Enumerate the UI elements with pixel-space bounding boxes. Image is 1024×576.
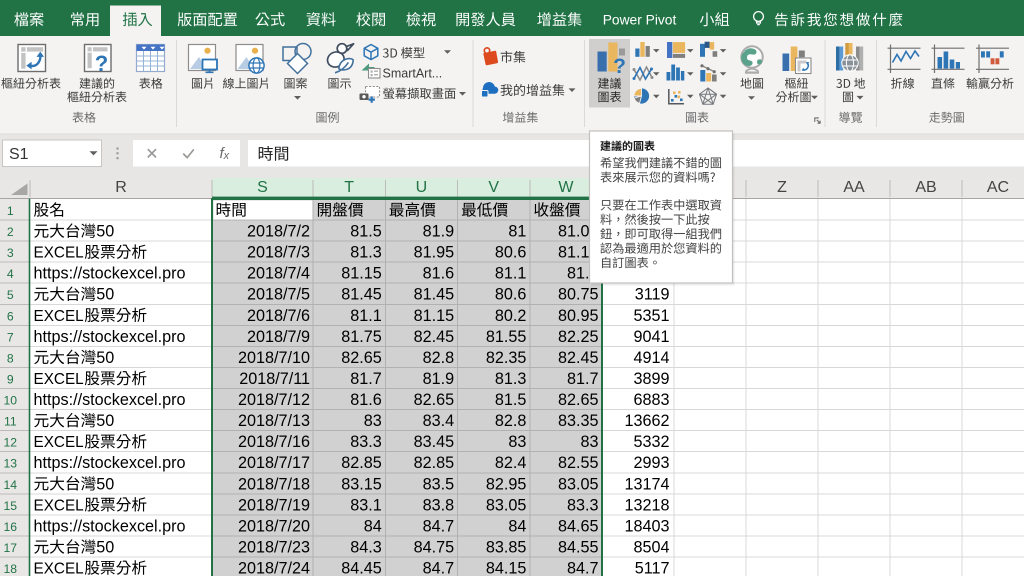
svg-text:S1: S1 [9, 146, 29, 163]
svg-text:3899: 3899 [633, 370, 669, 388]
svg-text:EXCEL: EXCEL [34, 245, 84, 262]
svg-text:U: U [416, 179, 428, 196]
svg-text:9041: 9041 [633, 328, 669, 346]
svg-text:5: 5 [7, 288, 14, 302]
svg-text:W: W [558, 179, 574, 196]
svg-text:8504: 8504 [633, 538, 669, 556]
svg-text:11: 11 [4, 415, 17, 429]
svg-text:50: 50 [96, 538, 114, 556]
svg-text:9: 9 [7, 372, 14, 386]
svg-text:https://stockexcel.pro: https://stockexcel.pro [34, 328, 186, 346]
svg-text:1: 1 [7, 204, 14, 218]
svg-text:V: V [488, 179, 499, 196]
svg-text:https://stockexcel.pro: https://stockexcel.pro [34, 517, 186, 535]
svg-text:6883: 6883 [633, 391, 669, 409]
svg-text:50: 50 [96, 475, 114, 493]
svg-text:50: 50 [96, 286, 114, 304]
svg-text:Power Pivot: Power Pivot [603, 13, 677, 28]
svg-text:EXCEL: EXCEL [34, 371, 84, 388]
svg-text:12: 12 [4, 436, 18, 450]
svg-text:https://stockexcel.pro: https://stockexcel.pro [34, 391, 186, 409]
svg-text:4: 4 [7, 267, 14, 281]
svg-text:S: S [257, 179, 268, 196]
svg-text:EXCEL: EXCEL [34, 561, 84, 576]
svg-text:13: 13 [4, 457, 18, 471]
svg-text:13662: 13662 [624, 412, 669, 430]
svg-text:5332: 5332 [633, 433, 669, 451]
svg-text:18: 18 [4, 562, 18, 576]
svg-text:?: ? [95, 51, 108, 76]
svg-text:T: T [344, 179, 354, 196]
svg-text:50: 50 [96, 412, 114, 430]
svg-text:https://stockexcel.pro: https://stockexcel.pro [34, 265, 186, 283]
svg-text:R: R [115, 179, 127, 196]
svg-text:5117: 5117 [635, 560, 670, 576]
svg-text:50: 50 [96, 349, 114, 367]
svg-text:EXCEL: EXCEL [34, 434, 84, 451]
svg-text:3119: 3119 [635, 286, 670, 304]
svg-text:18403: 18403 [624, 517, 669, 535]
svg-text:https://stockexcel.pro: https://stockexcel.pro [34, 454, 186, 472]
svg-text:3: 3 [7, 246, 14, 260]
svg-text:5351: 5351 [633, 307, 669, 325]
svg-text:13174: 13174 [624, 475, 669, 493]
svg-text:17: 17 [4, 541, 18, 555]
svg-text:13218: 13218 [624, 496, 669, 514]
svg-text:16: 16 [4, 520, 18, 534]
svg-text:AC: AC [987, 179, 1009, 196]
svg-text:AA: AA [843, 179, 865, 196]
svg-text:EXCEL: EXCEL [34, 497, 84, 514]
svg-text:SmartArt...: SmartArt... [383, 66, 443, 80]
svg-text:AB: AB [915, 179, 936, 196]
svg-text:8: 8 [7, 351, 14, 365]
svg-text:6: 6 [7, 309, 14, 323]
svg-text:7: 7 [7, 330, 14, 344]
svg-text:2993: 2993 [633, 454, 669, 472]
svg-text:50: 50 [96, 223, 114, 241]
svg-text:15: 15 [4, 499, 18, 513]
svg-text:10: 10 [4, 394, 18, 408]
svg-text:Z: Z [777, 179, 787, 196]
svg-text:?: ? [613, 55, 626, 78]
svg-text:4914: 4914 [633, 349, 669, 367]
svg-text:EXCEL: EXCEL [34, 308, 84, 325]
svg-text:2: 2 [7, 225, 14, 239]
svg-text:14: 14 [4, 478, 18, 492]
